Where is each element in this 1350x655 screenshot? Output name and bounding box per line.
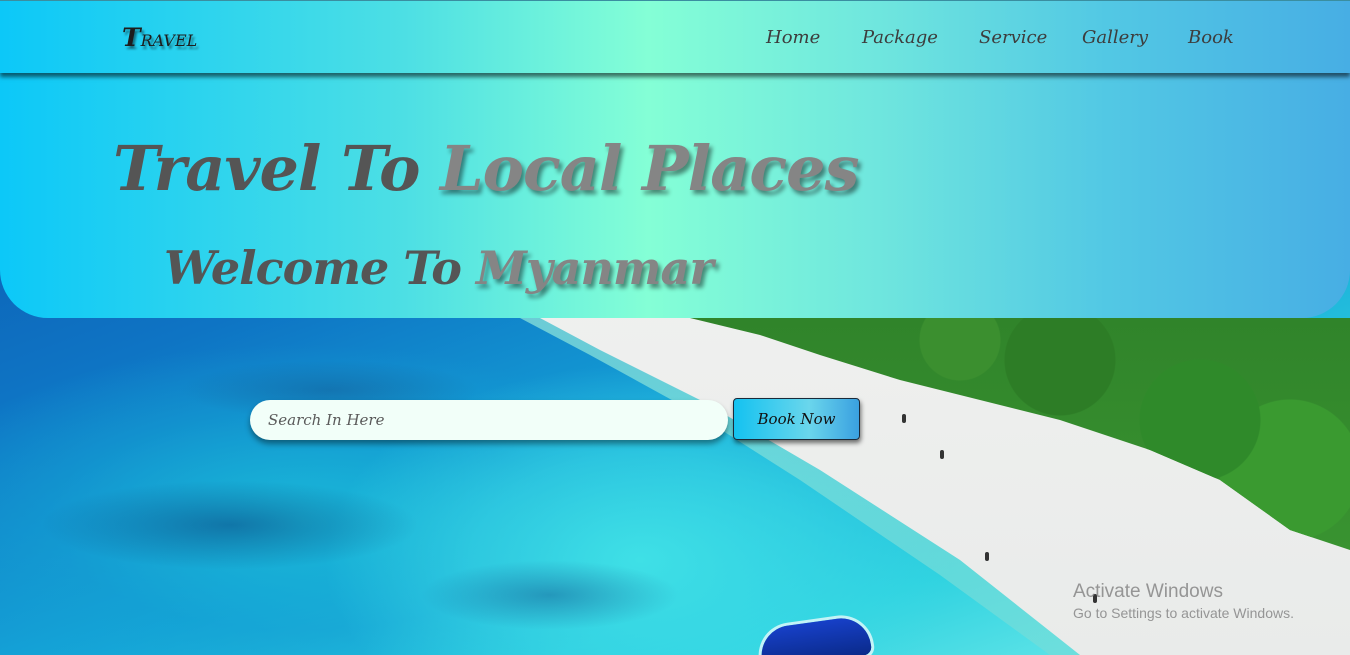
nav-package-link[interactable]: Package (862, 27, 938, 48)
reef (420, 560, 680, 630)
logo-initial: T (122, 23, 141, 52)
navbar: TRAVEL Home Package Service Gallery Book (0, 0, 1350, 73)
reef (40, 480, 420, 570)
hero-title-part1: Travel To (113, 132, 441, 205)
activate-windows-watermark: Activate Windows Go to Settings to activ… (1073, 581, 1294, 621)
book-now-button[interactable]: Book Now (733, 398, 860, 440)
hero-title-part2: Local Places (440, 132, 859, 205)
nav-book-link[interactable]: Book (1188, 27, 1234, 48)
logo[interactable]: TRAVEL (122, 23, 197, 52)
hero-title: Travel To Local Places (113, 138, 860, 200)
logo-text: RAVEL (140, 31, 198, 50)
beach-person (940, 450, 944, 459)
search-input[interactable] (250, 400, 728, 440)
watermark-subtitle: Go to Settings to activate Windows. (1073, 605, 1294, 621)
nav-gallery-link[interactable]: Gallery (1082, 27, 1148, 48)
watermark-title: Activate Windows (1073, 581, 1223, 602)
hero-subtitle-part1: Welcome To (164, 241, 476, 295)
nav-service-link[interactable]: Service (979, 27, 1047, 48)
hero-subtitle-part2: Myanmar (475, 241, 714, 295)
nav-home-link[interactable]: Home (766, 27, 820, 48)
beach-person (985, 552, 989, 561)
beach-person (902, 414, 906, 423)
hero-subtitle: Welcome To Myanmar (164, 245, 714, 291)
